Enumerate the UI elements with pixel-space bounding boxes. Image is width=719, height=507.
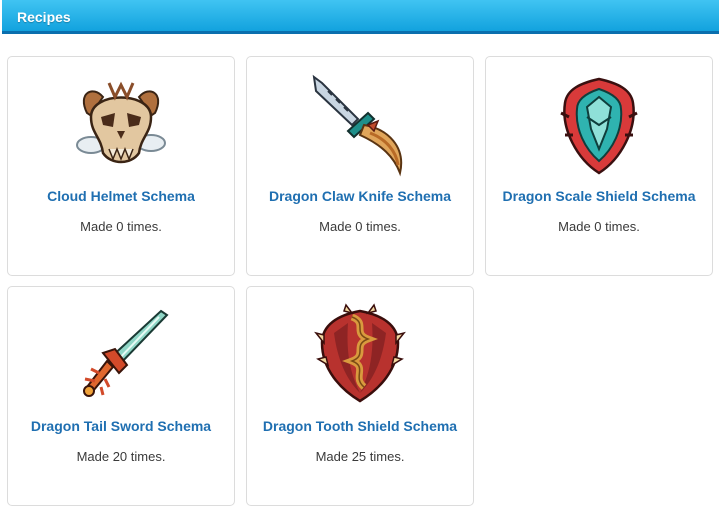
tooth-shield-icon bbox=[308, 303, 412, 407]
recipe-card-cloud-helmet[interactable]: Cloud Helmet Schema Made 0 times. bbox=[7, 56, 235, 276]
recipe-card-dragon-tooth-shield[interactable]: Dragon Tooth Shield Schema Made 25 times… bbox=[246, 286, 474, 506]
recipe-title[interactable]: Dragon Tail Sword Schema bbox=[8, 418, 234, 434]
recipe-title[interactable]: Dragon Claw Knife Schema bbox=[247, 188, 473, 204]
recipe-made-count: Made 25 times. bbox=[315, 449, 405, 464]
recipe-grid: Cloud Helmet Schema Made 0 times. Dragon… bbox=[7, 56, 713, 506]
helmet-icon bbox=[69, 73, 173, 177]
recipe-card-dragon-scale-shield[interactable]: Dragon Scale Shield Schema Made 0 times. bbox=[485, 56, 713, 276]
knife-icon bbox=[308, 73, 412, 177]
recipe-made-count: Made 20 times. bbox=[76, 449, 166, 464]
shield-icon bbox=[547, 73, 651, 177]
sword-icon bbox=[69, 303, 173, 407]
recipe-title[interactable]: Cloud Helmet Schema bbox=[8, 188, 234, 204]
recipe-made-count: Made 0 times. bbox=[319, 219, 401, 234]
recipe-card-dragon-tail-sword[interactable]: Dragon Tail Sword Schema Made 20 times. bbox=[7, 286, 235, 506]
recipe-made-count: Made 0 times. bbox=[80, 219, 162, 234]
header-title: Recipes bbox=[17, 9, 71, 25]
recipes-header: Recipes bbox=[2, 0, 719, 34]
recipe-title[interactable]: Dragon Tooth Shield Schema bbox=[247, 418, 473, 434]
recipe-title[interactable]: Dragon Scale Shield Schema bbox=[486, 188, 712, 204]
recipe-card-dragon-claw-knife[interactable]: Dragon Claw Knife Schema Made 0 times. bbox=[246, 56, 474, 276]
recipe-made-count: Made 0 times. bbox=[558, 219, 640, 234]
